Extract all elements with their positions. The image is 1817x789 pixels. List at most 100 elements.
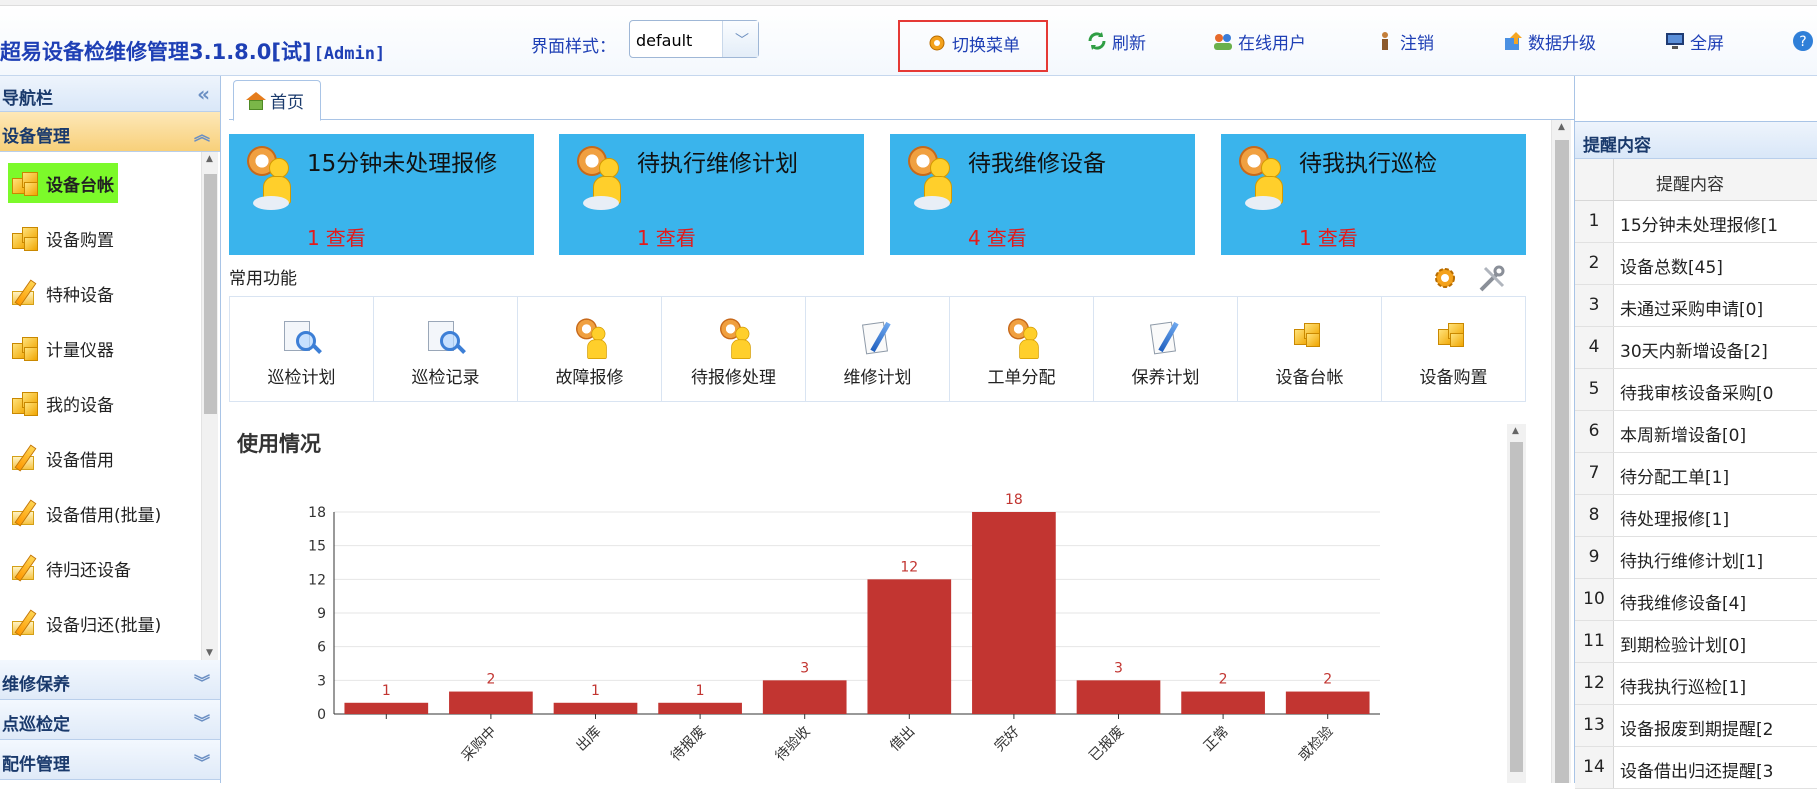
card-pending-repair-plan[interactable]: 待执行维修计划 1 查看	[559, 134, 864, 255]
boxes-icon	[1290, 319, 1330, 355]
table-row[interactable]: 1 15分钟未处理报修[1	[1575, 201, 1817, 243]
data-upgrade-button[interactable]: 数据升级	[1502, 26, 1596, 56]
nav-item-special-equipment[interactable]: 特种设备	[8, 273, 114, 313]
nav-item-measuring-instruments[interactable]: 计量仪器	[8, 328, 114, 368]
collapse-double-chevron-icon[interactable]: «	[197, 82, 210, 106]
nav-item-device-return-batch[interactable]: 设备归还(批量)	[8, 603, 161, 643]
switch-menu-button[interactable]: 切换菜单	[898, 20, 1048, 72]
func-inspection-plan[interactable]: 巡检计划	[230, 297, 374, 401]
reminder-text[interactable]: 待执行维修计划[1]	[1614, 537, 1817, 578]
logout-button[interactable]: 注销	[1374, 26, 1434, 56]
tools-icon[interactable]	[1477, 264, 1507, 298]
view-link[interactable]: 查看	[1318, 226, 1358, 250]
func-inspection-record[interactable]: 巡检记录	[374, 297, 518, 401]
func-device-purchase[interactable]: 设备购置	[1382, 297, 1525, 401]
func-pending-repair[interactable]: 待报修处理	[662, 297, 806, 401]
style-select-value: default	[636, 31, 693, 50]
main-scroll-thumb[interactable]	[1555, 140, 1569, 783]
x-tick-label: 出库	[573, 724, 604, 755]
reminder-text[interactable]: 待我执行巡检[1]	[1614, 663, 1817, 704]
chevron-up-icon[interactable]: ︽	[194, 121, 210, 145]
nav-item-device-borrow-batch[interactable]: 设备借用(批量)	[8, 493, 161, 533]
chevron-down-icon[interactable]: ︾	[194, 669, 210, 693]
nav-item-pending-return[interactable]: 待归还设备	[8, 548, 131, 588]
func-fault-report[interactable]: 故障报修	[518, 297, 662, 401]
scroll-up-arrow-icon[interactable]: ▲	[1512, 426, 1519, 436]
table-row[interactable]: 3 未通过采购申请[0]	[1575, 285, 1817, 327]
table-row[interactable]: 2 设备总数[45]	[1575, 243, 1817, 285]
scroll-up-arrow-icon[interactable]: ▲	[206, 154, 213, 164]
column-header-reminder[interactable]: 提醒内容	[1614, 159, 1817, 200]
reminder-text[interactable]: 30天内新增设备[2]	[1614, 327, 1817, 368]
chart-scrollbar[interactable]: ▲	[1507, 424, 1526, 783]
table-row[interactable]: 4 30天内新增设备[2]	[1575, 327, 1817, 369]
nav-group-maintenance[interactable]: 维修保养 ︾	[0, 660, 220, 700]
y-tick-label: 0	[317, 707, 326, 723]
fullscreen-button[interactable]: 全屏	[1664, 26, 1724, 56]
reminder-text[interactable]: 到期检验计划[0]	[1614, 621, 1817, 662]
chevron-down-icon[interactable]: ﹀	[722, 21, 758, 57]
upgrade-icon	[1502, 30, 1524, 52]
settings-gear-icon[interactable]	[1431, 264, 1459, 296]
app-header: 超易设备检维修管理3.1.8.0[试] [Admin] 界面样式： default…	[0, 6, 1817, 76]
chart-scroll-thumb[interactable]	[1510, 442, 1523, 772]
reminder-text[interactable]: 待我维修设备[4]	[1614, 579, 1817, 620]
nav-scrollbar[interactable]: ▲ ▼	[201, 152, 218, 660]
nav-item-device-purchase[interactable]: 设备购置	[8, 218, 114, 258]
card-my-repair-devices[interactable]: 待我维修设备 4 查看	[890, 134, 1195, 255]
func-work-order-assign[interactable]: 工单分配	[950, 297, 1094, 401]
nav-item-device-ledger[interactable]: 设备台帐	[8, 163, 118, 203]
nav-item-device-borrow[interactable]: 设备借用	[8, 438, 114, 478]
reminder-panel-title: 提醒内容	[1575, 121, 1817, 159]
table-row[interactable]: 10 待我维修设备[4]	[1575, 579, 1817, 621]
reminder-text[interactable]: 未通过采购申请[0]	[1614, 285, 1817, 326]
card-unhandled-repair[interactable]: 15分钟未处理报修 1 查看	[229, 134, 534, 255]
func-device-ledger[interactable]: 设备台帐	[1238, 297, 1382, 401]
style-select[interactable]: default ﹀	[629, 20, 759, 58]
nav-item-my-devices[interactable]: 我的设备	[8, 383, 114, 423]
table-row[interactable]: 5 待我审核设备采购[0	[1575, 369, 1817, 411]
reminder-text[interactable]: 设备总数[45]	[1614, 243, 1817, 284]
reminder-text[interactable]: 设备借出归还提醒[3	[1614, 747, 1817, 788]
nav-scroll-thumb[interactable]	[204, 174, 217, 414]
help-button[interactable]: ?	[1792, 26, 1814, 56]
online-users-button[interactable]: 在线用户	[1212, 26, 1306, 56]
reminder-text[interactable]: 设备报废到期提醒[2	[1614, 705, 1817, 746]
table-row[interactable]: 8 待处理报修[1]	[1575, 495, 1817, 537]
table-row[interactable]: 13 设备报废到期提醒[2	[1575, 705, 1817, 747]
table-row[interactable]: 12 待我执行巡检[1]	[1575, 663, 1817, 705]
reminder-text[interactable]: 15分钟未处理报修[1	[1614, 201, 1817, 242]
view-link[interactable]: 查看	[656, 226, 696, 250]
refresh-button[interactable]: 刷新	[1086, 26, 1146, 56]
scroll-down-arrow-icon[interactable]: ▼	[206, 648, 213, 658]
view-link[interactable]: 查看	[326, 226, 366, 250]
reminder-text[interactable]: 本周新增设备[0]	[1614, 411, 1817, 452]
pencil-icon	[8, 607, 42, 639]
view-link[interactable]: 查看	[987, 226, 1027, 250]
nav-group-device-management[interactable]: 设备管理 ︽	[0, 112, 220, 152]
x-tick-label: 正常	[1201, 724, 1232, 755]
chevron-down-icon[interactable]: ︾	[194, 709, 210, 733]
func-maintenance-plan[interactable]: 保养计划	[1094, 297, 1238, 401]
card-my-inspections[interactable]: 待我执行巡检 1 查看	[1221, 134, 1526, 255]
row-number: 11	[1575, 621, 1614, 662]
table-row[interactable]: 9 待执行维修计划[1]	[1575, 537, 1817, 579]
reminder-text[interactable]: 待处理报修[1]	[1614, 495, 1817, 536]
bar	[344, 702, 429, 714]
reminder-text[interactable]: 待分配工单[1]	[1614, 453, 1817, 494]
main-scrollbar[interactable]: ▲	[1551, 120, 1571, 783]
nav-group-inspection[interactable]: 点巡检定 ︾	[0, 700, 220, 740]
scroll-up-arrow-icon[interactable]: ▲	[1558, 122, 1565, 132]
func-repair-plan[interactable]: 维修计划	[806, 297, 950, 401]
table-row[interactable]: 7 待分配工单[1]	[1575, 453, 1817, 495]
table-row[interactable]: 6 本周新增设备[0]	[1575, 411, 1817, 453]
logout-person-icon	[1374, 30, 1396, 52]
chevron-down-icon[interactable]: ︾	[194, 749, 210, 773]
bar	[762, 680, 847, 714]
reminder-text[interactable]: 待我审核设备采购[0	[1614, 369, 1817, 410]
nav-title: 导航栏 «	[0, 76, 220, 112]
table-row[interactable]: 11 到期检验计划[0]	[1575, 621, 1817, 663]
worker-gear-icon	[908, 144, 964, 210]
nav-group-parts[interactable]: 配件管理 ︾	[0, 740, 220, 780]
tab-home[interactable]: 首页	[233, 80, 321, 121]
